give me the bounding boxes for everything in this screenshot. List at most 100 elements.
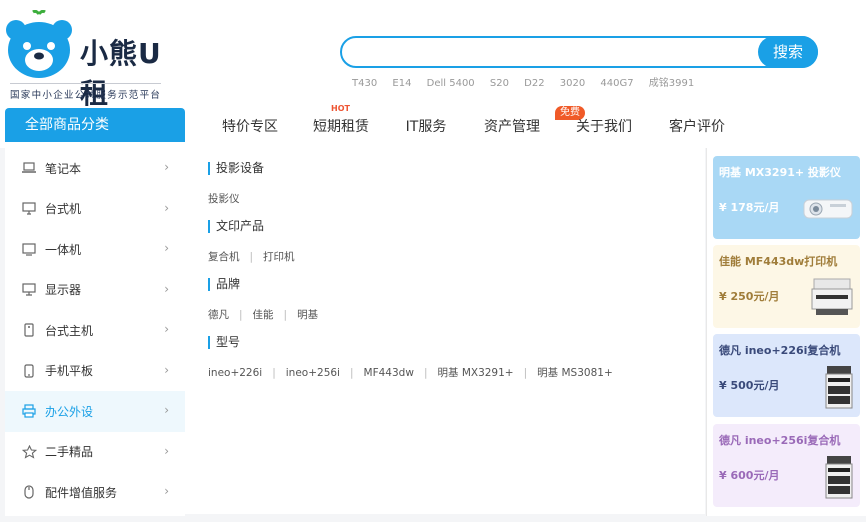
search-input[interactable] [356,42,756,62]
hotword-link[interactable]: 成铭3991 [649,78,694,89]
nav-item-short-rent[interactable]: HOT 短期租赁 [295,104,387,142]
nav-item-label: 资产管理 [484,119,540,135]
sidebar-item-accessories[interactable]: 配件增值服务 › [5,472,185,513]
star-icon [21,444,37,460]
subcategory-link[interactable]: 明基 [297,309,318,321]
nav-item-asset-management[interactable]: 资产管理 免费 [465,106,585,142]
phone-icon [21,363,37,379]
subcategory-link[interactable]: 复合机 [208,251,240,263]
sidebar-item-label: 台式机 [45,202,82,217]
projector-image [803,199,853,219]
hotword-link[interactable]: E14 [392,78,411,89]
tower-icon [21,322,37,338]
chevron-right-icon: › [164,200,169,215]
group-title-model: 型号 [208,336,705,349]
separator: | [249,251,254,263]
nav-item-label: 关于我们 [576,119,632,135]
subcategory-link[interactable]: 投影仪 [208,193,240,205]
all-in-one-icon [21,241,37,257]
sidebar-item-label: 二手精品 [45,445,94,460]
sidebar-item-office-peripherals[interactable]: 办公外设 › [5,391,185,432]
promo-card[interactable]: 德凡 ineo+256i复合机 ¥ 600元/月 [713,424,860,507]
sidebar-item-laptop[interactable]: 笔记本 › [5,148,185,189]
sidebar-item-label: 手机平板 [45,364,94,379]
group-links: 复合机 | 打印机 [208,249,705,263]
hotword-link[interactable]: D22 [524,78,544,89]
separator: | [272,367,276,379]
sidebar-item-all-in-one[interactable]: 一体机 › [5,229,185,270]
chevron-right-icon: › [164,241,169,255]
hotword-link[interactable]: T430 [352,78,377,89]
sidebar-item-label: 一体机 [45,242,82,257]
sidebar-item-label: 笔记本 [45,161,82,176]
group-title-projection: 投影设备 [208,162,705,175]
subcategory-link[interactable]: 佳能 [253,309,274,321]
hot-badge: HOT [331,104,350,113]
chevron-right-icon: › [164,443,169,458]
sidebar-item-label: 办公外设 [45,404,94,419]
search-box: 搜索 [340,36,818,68]
logo[interactable]: 小熊U租 国家中小企业公共服务示范平台 [4,4,188,110]
chevron-right-icon: › [164,160,169,174]
promo-price: ¥ 178元/月 [719,201,780,214]
group-title-brand: 品牌 [208,278,705,291]
promo-card[interactable]: 明基 MX3291+ 投影仪 ¥ 178元/月 [713,156,860,239]
printer-image [811,278,853,315]
separator: | [423,367,428,379]
nav-item-about[interactable]: 关于我们 [559,108,649,142]
category-sidebar: 笔记本 › 台式机 › 一体机 › 显示器 › 台式主机 › 手机平板 › 办公… [5,148,185,516]
promo-card[interactable]: 佳能 MF443dw打印机 ¥ 250元/月 [713,245,860,328]
sidebar-item-label: 配件增值服务 [45,485,118,500]
subcategory-panel: 投影设备 投影仪 文印产品 复合机 | 打印机 品牌 德凡 | 佳能 | 明基 型号 ine… [185,148,705,514]
subcategory-link[interactable]: ineo+256i [286,367,340,379]
nav-item-special[interactable]: 特价专区 [205,108,295,142]
all-categories-button[interactable]: 全部商品分类 [5,108,185,142]
search-button[interactable]: 搜索 [758,36,818,68]
promo-card[interactable]: 德凡 ineo+226i复合机 ¥ 500元/月 [713,334,860,417]
nav-item-label: 客户评价 [669,119,725,135]
sidebar-item-desktop[interactable]: 台式机 › [5,189,185,230]
group-links: 投影仪 [208,191,705,205]
separator: | [283,309,288,321]
nav-item-label: 短期租赁 [313,119,369,135]
main-nav: 全部商品分类 特价专区 HOT 短期租赁 IT服务 资产管理 免费 关于我们 客… [0,104,866,148]
chevron-right-icon: › [164,484,169,498]
group-title-printing: 文印产品 [208,220,705,233]
group-links: ineo+226i | ineo+256i | MF443dw | 明基 MX3291+ | 明… [208,365,705,379]
sidebar-item-phone[interactable]: 手机平板 › [5,351,185,392]
sidebar-item-label: 显示器 [45,283,82,298]
copier-image [825,456,853,499]
subcategory-link[interactable]: 打印机 [263,251,295,263]
subcategory-link[interactable]: 明基 MS3081+ [537,367,613,379]
sidebar-item-tower[interactable]: 台式主机 › [5,310,185,351]
promo-price: ¥ 250元/月 [719,290,780,303]
subcategory-link[interactable]: MF443dw [364,367,414,379]
promo-title: 明基 MX3291+ 投影仪 [719,166,841,179]
promo-price: ¥ 600元/月 [719,469,780,482]
subcategory-link[interactable]: 德凡 [208,309,229,321]
hotword-link[interactable]: Dell 5400 [427,78,475,89]
promo-column: 明基 MX3291+ 投影仪 ¥ 178元/月 佳能 MF443dw打印机 ¥ … [706,148,866,516]
sidebar-item-monitor[interactable]: 显示器 › [5,270,185,311]
copier-image [825,366,853,409]
promo-title: 佳能 MF443dw打印机 [719,255,838,268]
monitor-icon [21,282,37,298]
mouse-icon [21,484,37,500]
subcategory-link[interactable]: 明基 MX3291+ [437,367,513,379]
sidebar-item-second-hand[interactable]: 二手精品 › [5,432,185,473]
hot-keywords: T430 E14 Dell 5400 S20 D22 3020 440G7 成铭… [352,74,706,89]
separator: | [523,367,528,379]
hotword-link[interactable]: S20 [490,78,509,89]
nav-item-it-service[interactable]: IT服务 [387,108,465,142]
chevron-right-icon: › [164,403,169,417]
promo-price: ¥ 500元/月 [719,379,780,392]
promo-title: 德凡 ineo+256i复合机 [719,434,841,447]
subcategory-link[interactable]: ineo+226i [208,367,262,379]
desktop-icon [21,201,37,217]
hotword-link[interactable]: 440G7 [600,78,633,89]
hotword-link[interactable]: 3020 [560,78,585,89]
group-links: 德凡 | 佳能 | 明基 [208,307,705,321]
header: 小熊U租 国家中小企业公共服务示范平台 搜索 T430 E14 Dell 540… [0,0,866,110]
main-area: 笔记本 › 台式机 › 一体机 › 显示器 › 台式主机 › 手机平板 › 办公… [0,148,866,522]
nav-item-reviews[interactable]: 客户评价 [649,108,745,142]
